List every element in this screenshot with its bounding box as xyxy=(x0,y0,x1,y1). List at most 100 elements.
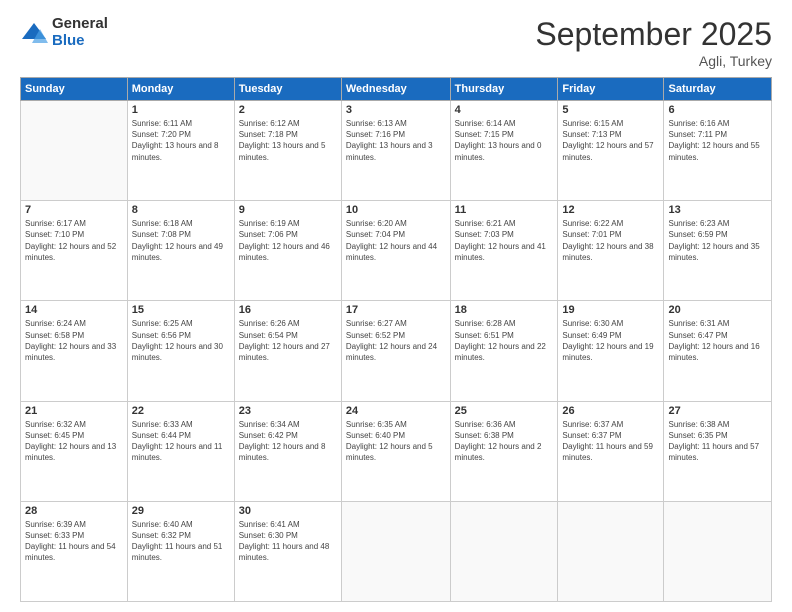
day-info: Sunrise: 6:33 AMSunset: 6:44 PMDaylight:… xyxy=(132,419,230,464)
day-number: 29 xyxy=(132,505,230,517)
logo-blue: Blue xyxy=(52,33,108,50)
day-number: 10 xyxy=(346,204,446,216)
calendar-cell: 21 Sunrise: 6:32 AMSunset: 6:45 PMDayligh… xyxy=(21,401,128,501)
calendar-cell: 1 Sunrise: 6:11 AMSunset: 7:20 PMDaylight… xyxy=(127,101,234,201)
day-info: Sunrise: 6:24 AMSunset: 6:58 PMDaylight:… xyxy=(25,318,123,363)
calendar-cell: 29 Sunrise: 6:40 AMSunset: 6:32 PMDayligh… xyxy=(127,501,234,601)
calendar-cell: 5 Sunrise: 6:15 AMSunset: 7:13 PMDaylight… xyxy=(558,101,664,201)
day-number: 30 xyxy=(239,505,337,517)
calendar-cell: 10Sunrise: 6:20 AMSunset: 7:04 PMDayligh… xyxy=(341,201,450,301)
calendar-cell xyxy=(558,501,664,601)
header-sunday: Sunday xyxy=(21,78,128,101)
calendar-cell: 8 Sunrise: 6:18 AMSunset: 7:08 PMDaylight… xyxy=(127,201,234,301)
logo-general: General xyxy=(52,16,108,33)
calendar-week-row: 14 Sunrise: 6:24 AMSunset: 6:58 PMDayligh… xyxy=(21,301,772,401)
day-info: Sunrise: 6:16 AMSunset: 7:11 PMDaylight:… xyxy=(668,118,767,163)
calendar-cell: 30 Sunrise: 6:41 AMSunset: 6:30 PMDayligh… xyxy=(234,501,341,601)
day-number: 22 xyxy=(132,405,230,417)
calendar-cell: 18 Sunrise: 6:28 AMSunset: 6:51 PMDayligh… xyxy=(450,301,558,401)
day-number: 3 xyxy=(346,104,446,116)
calendar-cell xyxy=(450,501,558,601)
day-info: Sunrise: 6:21 AMSunset: 7:03 PMDaylight:… xyxy=(455,218,554,263)
day-info: Sunrise: 6:17 AMSunset: 7:10 PMDaylight:… xyxy=(25,218,123,263)
day-info: Sunrise: 6:41 AMSunset: 6:30 PMDaylight:… xyxy=(239,519,337,564)
calendar-week-row: 1 Sunrise: 6:11 AMSunset: 7:20 PMDaylight… xyxy=(21,101,772,201)
calendar-week-row: 7 Sunrise: 6:17 AMSunset: 7:10 PMDaylight… xyxy=(21,201,772,301)
day-number: 23 xyxy=(239,405,337,417)
calendar-cell: 4 Sunrise: 6:14 AMSunset: 7:15 PMDaylight… xyxy=(450,101,558,201)
day-number: 11 xyxy=(455,204,554,216)
month-title: September 2025 xyxy=(535,16,772,53)
location-subtitle: Agli, Turkey xyxy=(535,53,772,69)
calendar-cell: 6 Sunrise: 6:16 AMSunset: 7:11 PMDaylight… xyxy=(664,101,772,201)
day-number: 4 xyxy=(455,104,554,116)
day-number: 6 xyxy=(668,104,767,116)
day-info: Sunrise: 6:12 AMSunset: 7:18 PMDaylight:… xyxy=(239,118,337,163)
day-info: Sunrise: 6:40 AMSunset: 6:32 PMDaylight:… xyxy=(132,519,230,564)
day-number: 18 xyxy=(455,304,554,316)
calendar-cell: 19Sunrise: 6:30 AMSunset: 6:49 PMDayligh… xyxy=(558,301,664,401)
calendar-cell xyxy=(341,501,450,601)
calendar-cell: 17Sunrise: 6:27 AMSunset: 6:52 PMDayligh… xyxy=(341,301,450,401)
day-number: 19 xyxy=(562,304,659,316)
day-number: 12 xyxy=(562,204,659,216)
day-info: Sunrise: 6:22 AMSunset: 7:01 PMDaylight:… xyxy=(562,218,659,263)
calendar-cell: 7 Sunrise: 6:17 AMSunset: 7:10 PMDaylight… xyxy=(21,201,128,301)
day-number: 27 xyxy=(668,405,767,417)
calendar-cell: 28Sunrise: 6:39 AMSunset: 6:33 PMDayligh… xyxy=(21,501,128,601)
day-number: 13 xyxy=(668,204,767,216)
calendar-cell: 16 Sunrise: 6:26 AMSunset: 6:54 PMDayligh… xyxy=(234,301,341,401)
calendar-cell: 26 Sunrise: 6:37 AMSunset: 6:37 PMDayligh… xyxy=(558,401,664,501)
calendar-cell: 9 Sunrise: 6:19 AMSunset: 7:06 PMDaylight… xyxy=(234,201,341,301)
header-friday: Friday xyxy=(558,78,664,101)
day-number: 20 xyxy=(668,304,767,316)
logo-text: General Blue xyxy=(52,16,108,49)
calendar-cell: 22 Sunrise: 6:33 AMSunset: 6:44 PMDayligh… xyxy=(127,401,234,501)
day-number: 2 xyxy=(239,104,337,116)
day-info: Sunrise: 6:32 AMSunset: 6:45 PMDaylight:… xyxy=(25,419,123,464)
header-tuesday: Tuesday xyxy=(234,78,341,101)
day-info: Sunrise: 6:37 AMSunset: 6:37 PMDaylight:… xyxy=(562,419,659,464)
day-info: Sunrise: 6:35 AMSunset: 6:40 PMDaylight:… xyxy=(346,419,446,464)
logo-icon xyxy=(20,19,48,47)
day-number: 7 xyxy=(25,204,123,216)
day-number: 21 xyxy=(25,405,123,417)
day-info: Sunrise: 6:31 AMSunset: 6:47 PMDaylight:… xyxy=(668,318,767,363)
calendar-header-row: SundayMondayTuesdayWednesdayThursdayFrid… xyxy=(21,78,772,101)
day-number: 24 xyxy=(346,405,446,417)
title-block: September 2025 Agli, Turkey xyxy=(535,16,772,69)
calendar-week-row: 28Sunrise: 6:39 AMSunset: 6:33 PMDayligh… xyxy=(21,501,772,601)
calendar-cell: 2 Sunrise: 6:12 AMSunset: 7:18 PMDaylight… xyxy=(234,101,341,201)
day-info: Sunrise: 6:34 AMSunset: 6:42 PMDaylight:… xyxy=(239,419,337,464)
calendar-cell: 3Sunrise: 6:13 AMSunset: 7:16 PMDaylight… xyxy=(341,101,450,201)
calendar-cell: 15Sunrise: 6:25 AMSunset: 6:56 PMDayligh… xyxy=(127,301,234,401)
calendar-cell: 27Sunrise: 6:38 AMSunset: 6:35 PMDayligh… xyxy=(664,401,772,501)
day-number: 16 xyxy=(239,304,337,316)
day-info: Sunrise: 6:36 AMSunset: 6:38 PMDaylight:… xyxy=(455,419,554,464)
header-wednesday: Wednesday xyxy=(341,78,450,101)
header-saturday: Saturday xyxy=(664,78,772,101)
day-number: 1 xyxy=(132,104,230,116)
calendar-cell: 11 Sunrise: 6:21 AMSunset: 7:03 PMDayligh… xyxy=(450,201,558,301)
day-info: Sunrise: 6:26 AMSunset: 6:54 PMDaylight:… xyxy=(239,318,337,363)
day-number: 15 xyxy=(132,304,230,316)
day-info: Sunrise: 6:11 AMSunset: 7:20 PMDaylight:… xyxy=(132,118,230,163)
day-number: 26 xyxy=(562,405,659,417)
calendar-cell: 12 Sunrise: 6:22 AMSunset: 7:01 PMDayligh… xyxy=(558,201,664,301)
page: General Blue September 2025 Agli, Turkey… xyxy=(0,0,792,612)
calendar-cell: 24 Sunrise: 6:35 AMSunset: 6:40 PMDayligh… xyxy=(341,401,450,501)
day-number: 25 xyxy=(455,405,554,417)
calendar-week-row: 21 Sunrise: 6:32 AMSunset: 6:45 PMDayligh… xyxy=(21,401,772,501)
day-number: 14 xyxy=(25,304,123,316)
day-number: 17 xyxy=(346,304,446,316)
day-info: Sunrise: 6:18 AMSunset: 7:08 PMDaylight:… xyxy=(132,218,230,263)
day-number: 9 xyxy=(239,204,337,216)
day-info: Sunrise: 6:19 AMSunset: 7:06 PMDaylight:… xyxy=(239,218,337,263)
day-info: Sunrise: 6:28 AMSunset: 6:51 PMDaylight:… xyxy=(455,318,554,363)
day-number: 5 xyxy=(562,104,659,116)
day-info: Sunrise: 6:14 AMSunset: 7:15 PMDaylight:… xyxy=(455,118,554,163)
day-number: 8 xyxy=(132,204,230,216)
header: General Blue September 2025 Agli, Turkey xyxy=(20,16,772,69)
day-info: Sunrise: 6:23 AMSunset: 6:59 PMDaylight:… xyxy=(668,218,767,263)
day-info: Sunrise: 6:15 AMSunset: 7:13 PMDaylight:… xyxy=(562,118,659,163)
